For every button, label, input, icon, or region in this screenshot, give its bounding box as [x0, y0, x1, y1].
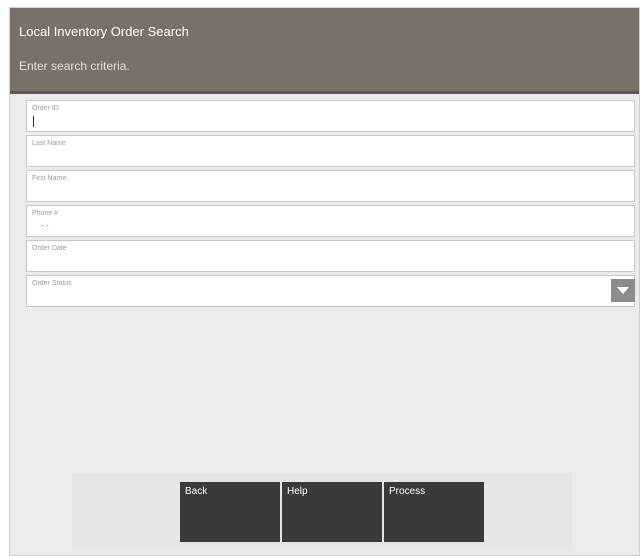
last-name-field[interactable]: Last Name	[26, 135, 635, 167]
phone-field[interactable]: Phone # - -	[26, 205, 635, 237]
text-cursor	[33, 116, 34, 127]
order-id-label: Order ID	[32, 105, 59, 112]
first-name-label: First Name	[32, 175, 67, 182]
prompt-text: Enter search criteria.	[19, 59, 130, 73]
header-bar: Local Inventory Order Search Enter searc…	[10, 8, 639, 94]
order-date-field[interactable]: Order Date	[26, 240, 635, 272]
last-name-value	[32, 151, 612, 165]
order-date-value	[32, 256, 612, 270]
phone-value: - -	[41, 221, 49, 230]
help-button[interactable]: Help	[282, 482, 382, 542]
first-name-value	[32, 186, 612, 200]
phone-label: Phone #	[32, 210, 59, 217]
back-button[interactable]: Back	[180, 482, 280, 542]
order-status-select[interactable]: Order Status	[26, 275, 635, 307]
order-id-field[interactable]: Order ID	[26, 100, 635, 132]
process-button[interactable]: Process	[384, 482, 484, 542]
search-form: Order ID Last Name First Name Phone # - …	[26, 100, 635, 310]
order-status-label: Order Status	[32, 280, 72, 287]
app-window: Local Inventory Order Search Enter searc…	[9, 7, 640, 556]
order-status-value	[32, 291, 612, 305]
order-date-label: Order Date	[32, 245, 67, 252]
button-bar: Back Help Process	[72, 473, 572, 549]
chevron-down-icon[interactable]	[611, 279, 635, 302]
first-name-field[interactable]: First Name	[26, 170, 635, 202]
page-title: Local Inventory Order Search	[19, 24, 189, 39]
last-name-label: Last Name	[32, 140, 66, 147]
